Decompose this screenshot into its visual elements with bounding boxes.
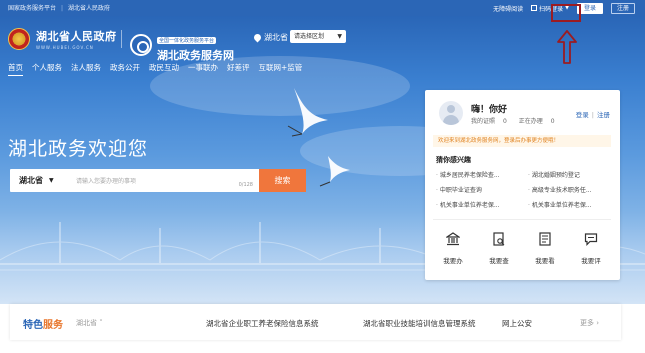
- action-view[interactable]: 我要看: [525, 232, 565, 265]
- login-notice[interactable]: 欢迎来到湖北政务服务网，登录后办事更方便哦！: [433, 135, 611, 147]
- qr-code-icon: [531, 5, 538, 11]
- national-platform-link[interactable]: 国家政务服务平台: [8, 5, 56, 12]
- divider: |: [61, 5, 64, 12]
- nav-item-one-stop[interactable]: 一事联办: [188, 62, 218, 76]
- government-building-icon: [445, 232, 461, 246]
- register-button[interactable]: 注册: [611, 2, 635, 14]
- main-nav: 首页 个人服务 法人服务 政务公开 政民互动 一事联办 好差评 互联网+监管: [8, 62, 311, 76]
- chevron-down-icon: ▼: [337, 33, 342, 40]
- nav-item-public-affairs[interactable]: 政务公开: [110, 62, 140, 76]
- search-input[interactable]: 请输入您要办理的事项 0/128: [68, 169, 259, 192]
- interest-link[interactable]: 城乡居民养老保险查...: [436, 170, 528, 179]
- nav-item-personal[interactable]: 个人服务: [32, 62, 62, 76]
- user-status: 我的证照 0 正在办理 0: [471, 116, 567, 125]
- services-region-label: 湖北省: [76, 319, 97, 327]
- interest-link[interactable]: 湖北婚姻预约登记: [528, 170, 614, 179]
- location-indicator: 湖北省: [252, 32, 288, 43]
- interest-link[interactable]: 机关事业单位养老保...: [436, 200, 528, 209]
- title-part: 服务: [43, 320, 63, 331]
- action-label: 我要办: [443, 257, 463, 265]
- platform-tag: 全国一体化政务服务平台: [157, 37, 217, 44]
- arrow-up-icon: [557, 30, 577, 64]
- logo-divider: [121, 30, 122, 48]
- more-label: 更多: [580, 319, 594, 327]
- card-login-link[interactable]: 登录: [576, 111, 589, 119]
- chevron-down-icon: ˅: [99, 319, 103, 327]
- national-emblem-icon: [8, 28, 30, 50]
- chevron-right-icon: ›: [596, 319, 600, 327]
- avatar: [439, 101, 463, 125]
- nav-item-rating[interactable]: 好差评: [227, 62, 250, 76]
- action-handle[interactable]: 我要办: [433, 232, 473, 265]
- notice-text: 欢迎来到湖北政务服务网，登录后办事更方便哦！: [438, 138, 560, 144]
- search-char-count: 0/128: [238, 182, 253, 188]
- card-auth-links: 登录 | 注册: [576, 109, 610, 119]
- featured-services-bar: 特色服务 湖北省 ˅ 湖北省企业职工养老保险信息系统 湖北省职业技能培训信息管理…: [10, 304, 621, 340]
- featured-services-title: 特色服务: [23, 316, 63, 331]
- nav-item-supervision[interactable]: 互联网+监管: [259, 62, 303, 76]
- top-utility-bar: 国家政务服务平台 | 湖北省人民政府 无障碍阅读 扫码登录 ▼ 登录 注册: [0, 0, 645, 16]
- chevron-down-icon: ▼: [49, 177, 54, 184]
- login-highlight-box: [551, 4, 581, 22]
- interest-link[interactable]: 中职毕业证查询: [436, 185, 528, 194]
- action-query[interactable]: 我要查: [479, 232, 519, 265]
- comment-icon: [584, 233, 598, 246]
- services-region-select[interactable]: 湖北省 ˅: [76, 318, 103, 328]
- quick-actions: 我要办 我要查 我要看 我要评: [433, 232, 611, 265]
- nav-item-interaction[interactable]: 政民互动: [149, 62, 179, 76]
- platform-name: 湖北政务服务网: [157, 49, 234, 62]
- gov-domain: WWW.HUBEI.GOV.CN: [36, 45, 94, 50]
- search-button[interactable]: 搜索: [259, 169, 306, 192]
- location-pin-icon: [252, 32, 263, 43]
- search-scope-select[interactable]: 湖北省 ▼: [10, 169, 68, 192]
- service-link[interactable]: 网上公安: [502, 318, 532, 329]
- title-part: 特色: [23, 320, 43, 331]
- search-scope-label: 湖北省: [19, 176, 43, 185]
- interest-title: 猜你感兴趣: [436, 156, 471, 164]
- service-link[interactable]: 湖北省企业职工养老保险信息系统: [206, 318, 319, 329]
- search-bar: 湖北省 ▼ 请输入您要办理的事项 0/128 搜索: [10, 169, 306, 192]
- action-label: 我要评: [581, 257, 601, 265]
- platform-mark-icon: [130, 34, 152, 56]
- platform-logo[interactable]: 全国一体化政务服务平台 湖北政务服务网: [130, 27, 234, 63]
- certs-value: 0: [502, 118, 507, 125]
- card-divider: [433, 219, 611, 220]
- nav-item-corporate[interactable]: 法人服务: [71, 62, 101, 76]
- nav-item-home[interactable]: 首页: [8, 62, 23, 76]
- greeting: 嗨！你好: [471, 105, 508, 115]
- search-placeholder: 请输入您要办理的事项: [76, 178, 137, 185]
- top-left-links: 国家政务服务平台 | 湖北省人民政府: [8, 3, 110, 12]
- services-more-link[interactable]: 更多 ›: [580, 318, 599, 328]
- welcome-heading: 湖北政务欢迎您: [8, 138, 149, 160]
- search-document-icon: [493, 232, 505, 246]
- gov-name: 湖北省人民政府: [36, 30, 117, 43]
- accessibility-link[interactable]: 无障碍阅读: [493, 4, 523, 13]
- processing-value: 0: [550, 118, 555, 125]
- certs-label[interactable]: 我的证照: [471, 118, 495, 125]
- action-label: 我要查: [489, 257, 509, 265]
- gov-logo[interactable]: 湖北省人民政府 WWW.HUBEI.GOV.CN: [8, 28, 117, 50]
- action-label: 我要看: [535, 257, 555, 265]
- action-rate[interactable]: 我要评: [571, 232, 611, 265]
- location-text: 湖北省: [264, 33, 288, 42]
- document-view-icon: [539, 232, 551, 246]
- service-link[interactable]: 湖北省职业技能培训信息管理系统: [363, 318, 476, 329]
- divider: |: [591, 111, 594, 119]
- region-select-label: 请选择区划: [294, 33, 325, 40]
- interest-links: 城乡居民养老保险查... 湖北婚姻预约登记 中职毕业证查询 高级专业技术职务任.…: [436, 170, 614, 209]
- card-register-link[interactable]: 注册: [597, 111, 610, 119]
- processing-label[interactable]: 正在办理: [519, 118, 543, 125]
- interest-link[interactable]: 机关事业单位养老保...: [528, 200, 614, 209]
- user-card: 嗨！你好 我的证照 0 正在办理 0 登录 | 注册 欢迎来到湖北政务服务网，登录后办…: [425, 90, 620, 280]
- region-select[interactable]: 请选择区划 ▼: [290, 30, 346, 43]
- interest-link[interactable]: 高级专业技术职务任...: [528, 185, 614, 194]
- provincial-gov-link[interactable]: 湖北省人民政府: [68, 5, 110, 12]
